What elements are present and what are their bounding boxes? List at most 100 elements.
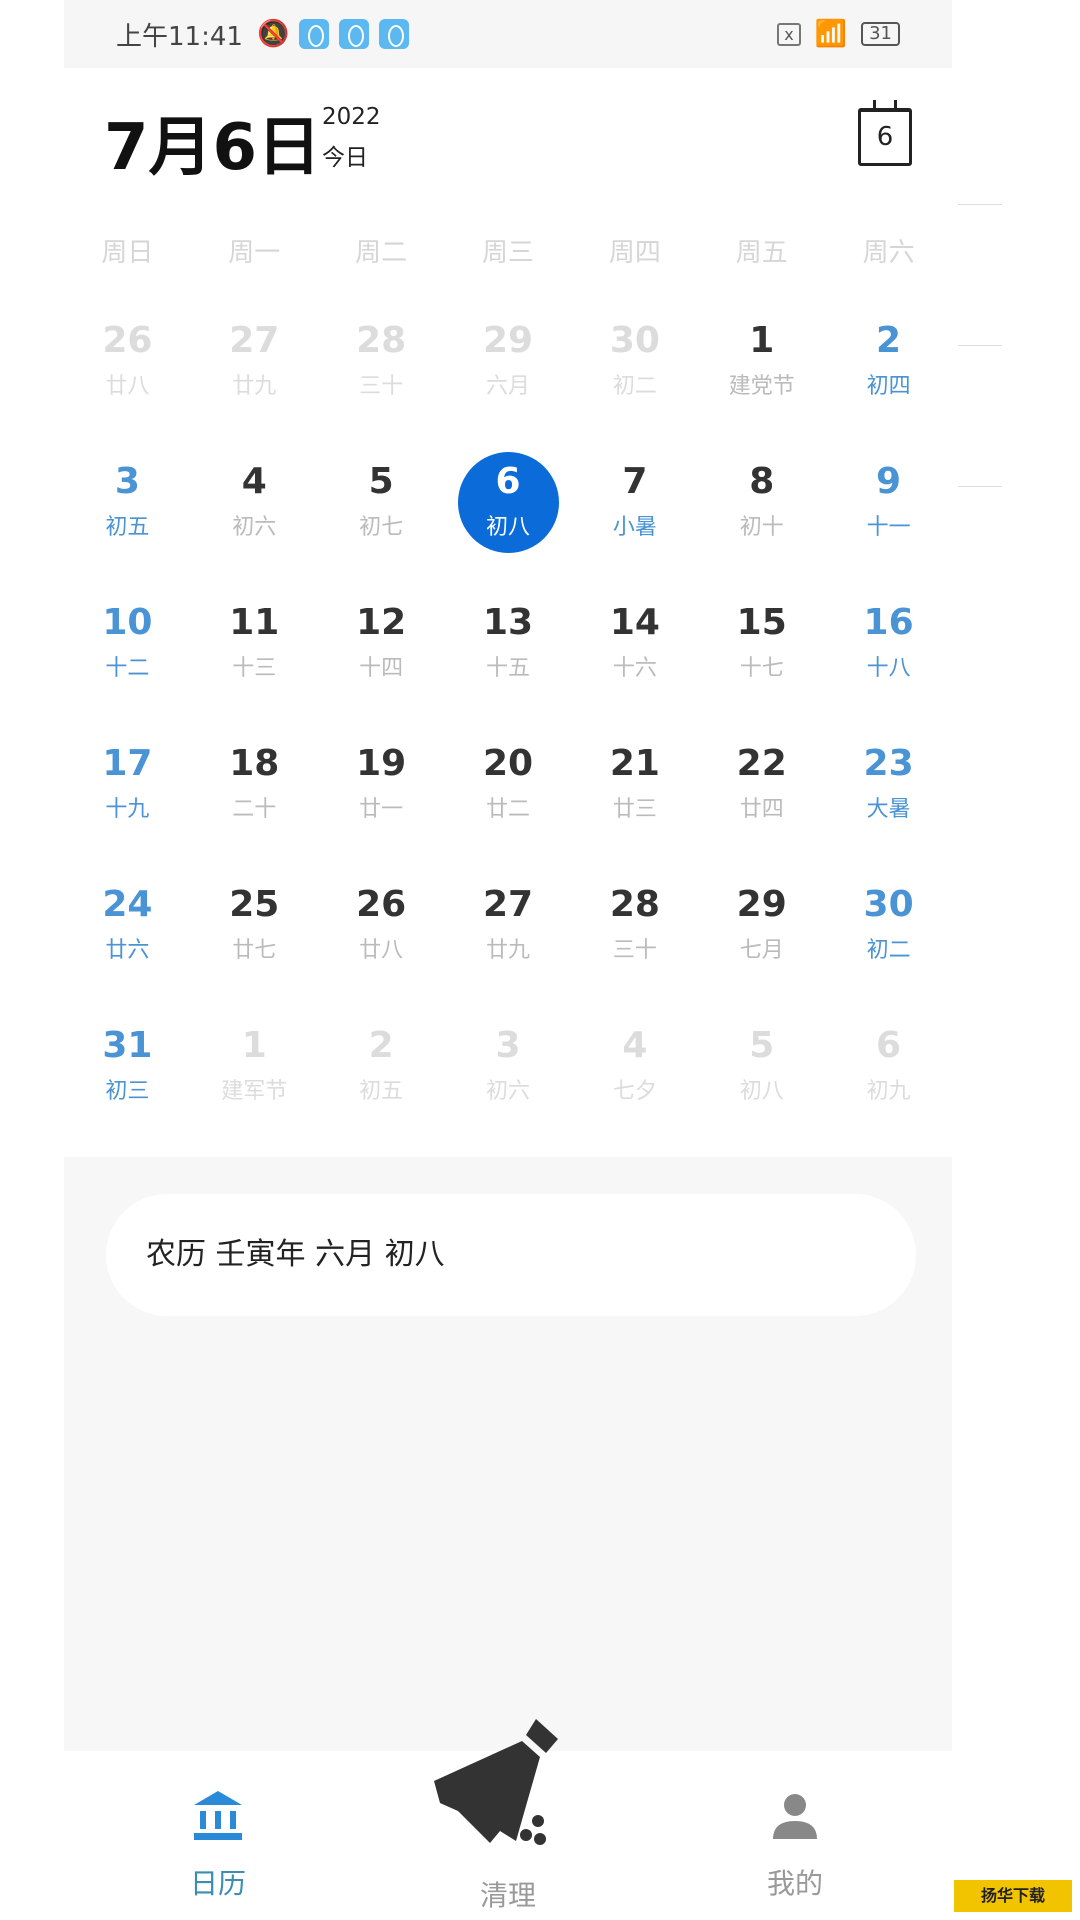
day-number: 19 (356, 743, 407, 784)
weekday-label: 周三 (482, 238, 535, 268)
calendar-day[interactable]: 25 廿七 (191, 882, 318, 1023)
lunar-date: 廿三 (612, 797, 657, 822)
calendar-day[interactable]: 28 三十 (318, 318, 445, 459)
calendar-day[interactable]: 17 十九 (64, 741, 191, 882)
lunar-date: 十四 (359, 656, 404, 681)
calendar-day[interactable]: 18 二十 (191, 741, 318, 882)
day-number: 3 (495, 1025, 521, 1066)
lunar-date: 十二 (105, 656, 150, 681)
day-number: 31 (102, 1025, 153, 1066)
lunar-date: 初七 (359, 515, 404, 540)
lunar-date: 廿八 (359, 938, 404, 963)
day-number: 11 (229, 602, 280, 643)
day-number: 15 (736, 602, 787, 643)
weekday-label: 周一 (228, 238, 281, 268)
calendar-day[interactable]: 19 廿一 (318, 741, 445, 882)
calendar-day[interactable]: 29 六月 (445, 318, 572, 459)
day-number: 8 (749, 461, 775, 502)
calendar-day[interactable]: 6 初九 (825, 1023, 952, 1164)
calendar-day[interactable]: 1 建军节 (191, 1023, 318, 1164)
day-number: 12 (356, 602, 407, 643)
day-number: 9 (876, 461, 902, 502)
day-number: 2 (368, 1025, 394, 1066)
day-number: 3 (114, 461, 140, 502)
status-bar: 上午11:41 🔕 x 📶 31 (64, 0, 952, 68)
calendar-day[interactable]: 29 七月 (698, 882, 825, 1023)
lunar-date: 廿二 (486, 797, 531, 822)
lunar-date: 初四 (866, 374, 911, 399)
broom-icon (434, 1719, 558, 1845)
calendar-day[interactable]: 4 七夕 (571, 1023, 698, 1164)
calendar-day[interactable]: 3 初五 (64, 459, 191, 600)
calendar-day[interactable]: 27 廿九 (445, 882, 572, 1023)
calendar-day[interactable]: 31 初三 (64, 1023, 191, 1164)
calendar-day[interactable]: 7 小暑 (571, 459, 698, 600)
detail-panel: 农历 壬寅年 六月 初八 (64, 1157, 952, 1751)
calendar-day[interactable]: 15 十七 (698, 600, 825, 741)
lunar-info-card: 农历 壬寅年 六月 初八 (106, 1194, 916, 1316)
app-notification-icon (299, 19, 330, 49)
lunar-date: 三十 (612, 938, 657, 963)
calendar-day[interactable]: 24 廿六 (64, 882, 191, 1023)
go-today-calendar-icon[interactable]: 6 (858, 100, 912, 166)
day-number: 25 (229, 884, 280, 925)
calendar-day[interactable]: 1 建党节 (698, 318, 825, 459)
calendar-day[interactable]: 27 廿九 (191, 318, 318, 459)
calendar-week-row: 31 初三 1 建军节 2 初五 3 初六 4 七夕 5 初八 6 初九 (64, 1023, 952, 1164)
calendar-day[interactable]: 4 初六 (191, 459, 318, 600)
lunar-date: 十六 (612, 656, 657, 681)
day-number: 1 (241, 1025, 267, 1066)
lunar-date: 初九 (866, 1079, 911, 1104)
calendar-day[interactable]: 12 十四 (318, 600, 445, 741)
calendar-day[interactable]: 21 廿三 (571, 741, 698, 882)
calendar-day[interactable]: 5 初七 (318, 459, 445, 600)
watermark-logo: 扬华下载 (954, 1880, 1072, 1912)
calendar-day[interactable]: 16 十八 (825, 600, 952, 741)
lunar-date: 三十 (359, 374, 404, 399)
day-number: 26 (356, 884, 407, 925)
day-number: 21 (609, 743, 660, 784)
calendar-day[interactable]: 11 十三 (191, 600, 318, 741)
day-number: 30 (863, 884, 914, 925)
lunar-date: 初六 (232, 515, 277, 540)
calendar-day[interactable]: 23 大暑 (825, 741, 952, 882)
calendar-day[interactable]: 13 十五 (445, 600, 572, 741)
nav-clean[interactable]: 清理 (428, 1711, 588, 1914)
lunar-date: 小暑 (612, 515, 657, 540)
lunar-date: 建党节 (728, 374, 795, 399)
calendar-day[interactable]: 26 廿八 (318, 882, 445, 1023)
calendar-day[interactable]: 28 三十 (571, 882, 698, 1023)
lunar-date: 廿一 (359, 797, 404, 822)
day-number: 23 (863, 743, 914, 784)
calendar-day[interactable]: 2 初四 (825, 318, 952, 459)
calendar-day[interactable]: 30 初二 (825, 882, 952, 1023)
lunar-date: 六月 (486, 374, 531, 399)
weekday-label: 周六 (862, 238, 915, 268)
calendar-day[interactable]: 3 初六 (445, 1023, 572, 1164)
lunar-date: 大暑 (866, 797, 911, 822)
weekday-label: 周二 (355, 238, 408, 268)
nav-mine[interactable]: 我的 (715, 1789, 875, 1902)
day-number: 28 (609, 884, 660, 925)
lunar-date: 初二 (866, 938, 911, 963)
calendar-day[interactable]: 2 初五 (318, 1023, 445, 1164)
battery-icon: 31 (861, 22, 900, 46)
calendar-day[interactable]: 9 十一 (825, 459, 952, 600)
nav-calendar[interactable]: 日历 (138, 1789, 298, 1902)
day-number: 5 (368, 461, 394, 502)
calendar-day-selected[interactable]: 6 初八 (445, 452, 572, 600)
lunar-date: 七夕 (612, 1079, 657, 1104)
calendar-day[interactable]: 30 初二 (571, 318, 698, 459)
lunar-date: 廿九 (232, 374, 277, 399)
calendar-day[interactable]: 8 初十 (698, 459, 825, 600)
day-number: 13 (482, 602, 534, 643)
day-number: 7 (622, 461, 648, 502)
calendar-day[interactable]: 10 十二 (64, 600, 191, 741)
weekday-label: 周五 (735, 238, 788, 268)
calendar-day[interactable]: 5 初八 (698, 1023, 825, 1164)
lunar-date: 十七 (739, 656, 784, 681)
calendar-day[interactable]: 14 十六 (571, 600, 698, 741)
calendar-day[interactable]: 20 廿二 (445, 741, 572, 882)
calendar-day[interactable]: 22 廿四 (698, 741, 825, 882)
calendar-day[interactable]: 26 廿八 (64, 318, 191, 459)
